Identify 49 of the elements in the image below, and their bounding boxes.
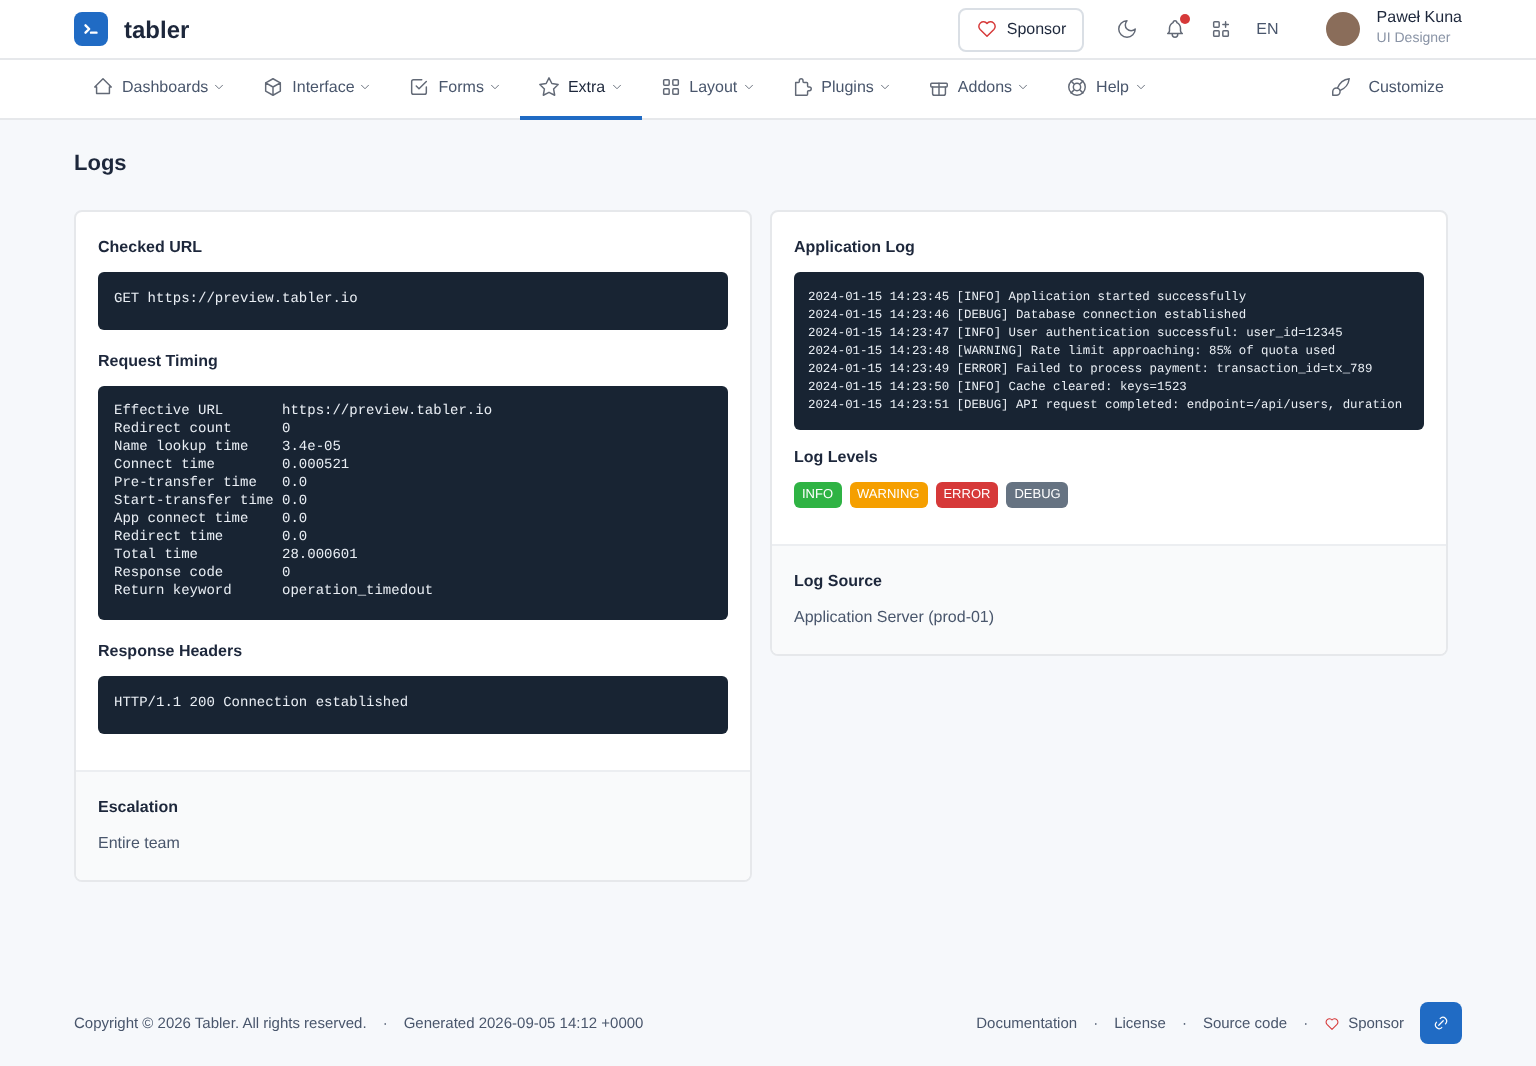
caret-icon: [1016, 80, 1031, 94]
section-title: Application Log: [794, 235, 917, 259]
nav-item[interactable]: Interface: [244, 59, 391, 119]
apps-icon: [1210, 18, 1233, 40]
cube-icon: [262, 76, 285, 98]
heart-icon: [976, 18, 999, 40]
nav-item[interactable]: Extra: [519, 59, 642, 119]
nav-item[interactable]: Forms: [390, 59, 520, 119]
caret-icon: [741, 80, 756, 94]
caret-icon: [1133, 80, 1147, 94]
link-button[interactable]: [1420, 1002, 1462, 1044]
logo-icon[interactable]: [74, 12, 108, 46]
bell-icon[interactable]: [1164, 17, 1187, 41]
link-icon: [1432, 1012, 1450, 1034]
language-selector[interactable]: EN: [1256, 17, 1279, 41]
nav-item[interactable]: Addons: [909, 59, 1049, 119]
checkbox-icon: [408, 76, 431, 98]
section-title: Response Headers: [98, 639, 245, 663]
caret-icon: [487, 80, 502, 94]
section-title: Log Source: [794, 570, 885, 595]
sponsor-button[interactable]: Sponsor: [958, 7, 1085, 51]
section-title: Escalation: [98, 795, 181, 819]
lifebuoy-icon: [1066, 76, 1089, 98]
puzzle-icon: [791, 76, 814, 98]
nav-item[interactable]: Plugins: [773, 59, 910, 119]
caret-icon: [358, 80, 373, 94]
star-icon: [537, 76, 560, 98]
section-title: Checked URL: [98, 235, 205, 259]
page-title: Logs: [74, 150, 129, 180]
caret-icon: [212, 80, 227, 94]
section-title: Request Timing: [98, 349, 220, 373]
brand-name: tabler: [124, 13, 190, 47]
section-text: Entire team: [98, 831, 182, 855]
avatar[interactable]: [1326, 12, 1361, 46]
section-text: Application Server (prod-01): [794, 606, 997, 631]
caret-icon: [609, 80, 624, 94]
unread-dot: [1180, 13, 1191, 23]
customize-link[interactable]: Customize: [1312, 59, 1462, 119]
user-name: Paweł Kuna: [1376, 6, 1462, 31]
brush-icon: [1330, 76, 1353, 98]
house-icon: [92, 76, 114, 98]
grid-icon: [659, 76, 682, 98]
section-title: Log Levels: [794, 445, 880, 469]
caret-icon: [877, 80, 892, 94]
heart-icon: [1324, 1015, 1341, 1031]
nav-item[interactable]: Help: [1048, 59, 1165, 119]
nav-item[interactable]: Layout: [641, 59, 774, 119]
moon-icon: [1116, 18, 1139, 40]
nav-item[interactable]: Dashboards: [74, 59, 245, 119]
